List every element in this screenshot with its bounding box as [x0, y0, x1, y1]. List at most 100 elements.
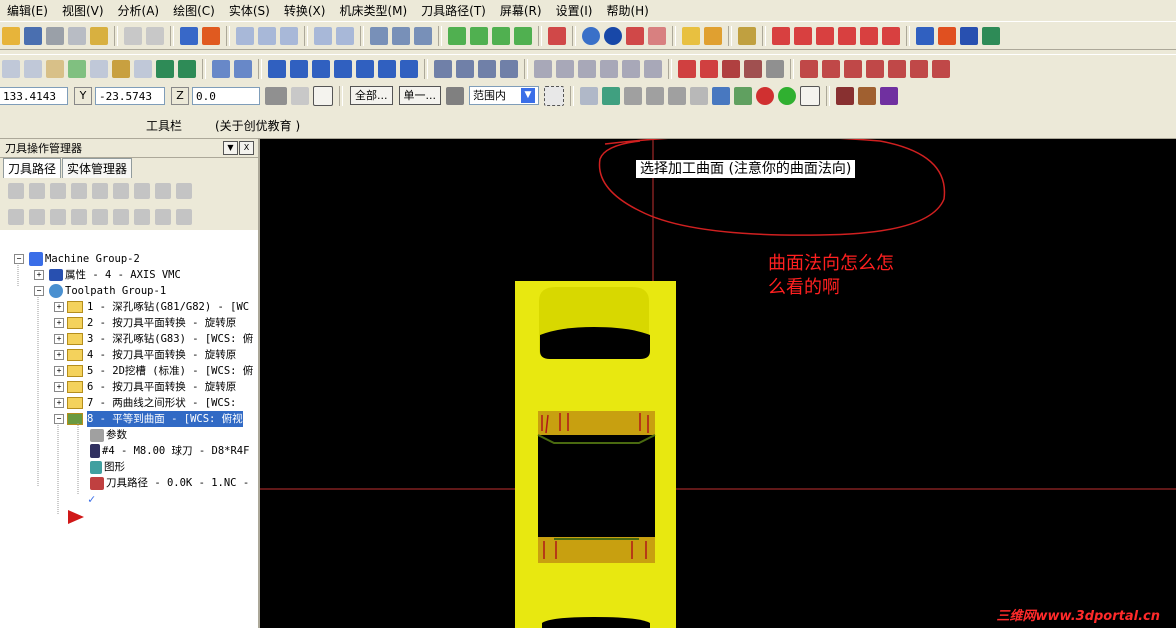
xform-mirror-icon[interactable] [312, 59, 330, 78]
dimension-icon[interactable] [434, 59, 452, 78]
view-iso-icon[interactable] [514, 26, 532, 45]
xform-scale-icon[interactable] [334, 59, 352, 78]
analyze-angle-icon[interactable] [816, 26, 834, 45]
view-front-icon[interactable] [470, 26, 488, 45]
print-preview-icon[interactable] [68, 26, 86, 45]
regen-dirty-icon[interactable] [71, 183, 87, 199]
menu-edit[interactable]: 编辑(E) [0, 2, 55, 19]
letter-l-icon[interactable] [178, 59, 196, 78]
xform-translate-icon[interactable] [268, 59, 286, 78]
cancel-icon[interactable] [756, 86, 774, 105]
analyze-dyn-icon[interactable] [882, 26, 900, 45]
scroll-icon[interactable] [134, 209, 150, 225]
backplot-icon[interactable] [800, 59, 818, 78]
expand-icon[interactable]: + [54, 398, 64, 408]
cube-view-icon[interactable] [548, 26, 566, 45]
viewport-canvas[interactable] [260, 139, 1176, 628]
attribute-icon[interactable] [880, 86, 898, 105]
check-icon[interactable] [734, 86, 752, 105]
move-up-icon[interactable] [92, 209, 108, 225]
collapse-icon[interactable]: − [14, 254, 24, 264]
tab-toolpaths[interactable]: 刀具路径 [3, 158, 62, 178]
wand-icon[interactable] [704, 26, 722, 45]
solid-body-icon[interactable] [668, 86, 686, 105]
toggle-post-icon[interactable] [50, 209, 66, 225]
menu-view[interactable]: 视图(V) [55, 2, 111, 19]
tree-tool[interactable]: #4 - M8.00 球刀 - D8*R4F [88, 443, 249, 459]
paint-icon[interactable] [90, 26, 108, 45]
line-icon[interactable] [2, 59, 20, 78]
menu-analyze[interactable]: 分析(A) [111, 2, 167, 19]
arc-icon[interactable] [68, 59, 86, 78]
only-display-icon[interactable] [155, 209, 171, 225]
xform-rotate-icon[interactable] [290, 59, 308, 78]
y-coordinate-field[interactable]: -23.5743 [95, 86, 165, 105]
menu-settings[interactable]: 设置(I) [549, 2, 600, 19]
question-icon[interactable] [800, 85, 820, 106]
solid-edge-icon[interactable] [646, 86, 664, 105]
rectangle-icon[interactable] [112, 59, 130, 78]
next-op-icon[interactable] [155, 183, 171, 199]
repaint-icon[interactable] [370, 26, 388, 45]
tree-node-properties[interactable]: + 属性 - 4 - AXIS VMC [34, 267, 181, 283]
select-all-button[interactable]: 全部... [350, 86, 393, 105]
analyze-contour-icon[interactable] [860, 26, 878, 45]
dim-leader-icon[interactable] [644, 59, 662, 78]
post-icon[interactable] [822, 59, 840, 78]
clear-icon[interactable] [414, 26, 432, 45]
solid-face-icon[interactable] [624, 86, 642, 105]
unzoom-icon[interactable] [314, 26, 332, 45]
expand-icon[interactable]: + [54, 382, 64, 392]
expand-icon[interactable]: + [54, 350, 64, 360]
save-icon[interactable] [24, 26, 42, 45]
view-side-icon[interactable] [492, 26, 510, 45]
toolpath-drill-icon[interactable] [722, 59, 740, 78]
select-dirty-ops-icon[interactable] [29, 183, 45, 199]
y-axis-button[interactable]: Y [74, 86, 92, 105]
z-axis-button[interactable]: Z [171, 86, 189, 105]
panel-close-icon[interactable]: X [239, 141, 254, 155]
extrude-icon[interactable] [156, 59, 174, 78]
toolpath-pocket-icon[interactable] [678, 59, 696, 78]
help-icon[interactable] [313, 85, 333, 106]
menu-help[interactable]: 帮助(H) [599, 2, 655, 19]
dim-v-icon[interactable] [556, 59, 574, 78]
select-icon[interactable] [180, 26, 198, 45]
tree-node-machine-group[interactable]: − Machine Group-2 [14, 251, 140, 267]
dimension-h-icon[interactable] [456, 59, 474, 78]
tree-op-8-selected[interactable]: − 8 - 平等到曲面 - [WCS: 俯视 [54, 411, 243, 427]
wire-cube-icon[interactable] [648, 26, 666, 45]
ok-icon[interactable] [778, 86, 796, 105]
analyze-distance-icon[interactable] [794, 26, 812, 45]
zoom-out-icon[interactable] [336, 26, 354, 45]
solid-check-icon[interactable] [938, 26, 956, 45]
chain-icon[interactable] [982, 26, 1000, 45]
tree-params[interactable]: 参数 [88, 427, 127, 443]
select-all-ops-icon[interactable] [8, 183, 24, 199]
x-coordinate-field[interactable]: 133.4143 [0, 86, 68, 105]
highfeed-icon[interactable] [176, 183, 192, 199]
dim-circle-icon[interactable] [622, 59, 640, 78]
expand-icon[interactable]: + [54, 318, 64, 328]
toggle-display-icon[interactable] [29, 209, 45, 225]
open-icon[interactable] [2, 26, 20, 45]
tree-node-toolpath-group[interactable]: − Toolpath Group-1 [34, 283, 166, 299]
sigma-icon[interactable] [960, 26, 978, 45]
toolpath-surface-icon[interactable] [744, 59, 762, 78]
menu-toolpaths[interactable]: 刀具路径(T) [414, 2, 493, 19]
dim-i-icon[interactable] [578, 59, 596, 78]
xform-roll-icon[interactable] [400, 59, 418, 78]
menu-solids[interactable]: 实体(S) [222, 2, 277, 19]
toolpath-verify-icon[interactable] [766, 59, 784, 78]
lock-icon[interactable] [8, 209, 24, 225]
expand-icon[interactable]: + [34, 270, 44, 280]
toolbar-label[interactable]: 工具栏 [146, 117, 182, 134]
undo-icon[interactable] [124, 26, 142, 45]
insert-arrow-icon[interactable] [113, 209, 129, 225]
menu-screen[interactable]: 屏幕(R) [493, 2, 549, 19]
menu-create[interactable]: 绘图(C) [166, 2, 222, 19]
tree-op-7[interactable]: + 7 - 两曲线之间形状 - [WCS: [54, 395, 236, 411]
range-select[interactable]: 范围内 ▼ [469, 86, 539, 105]
autocursor-icon[interactable] [291, 86, 309, 105]
panel-menu-icon[interactable]: ▼ [223, 141, 238, 155]
